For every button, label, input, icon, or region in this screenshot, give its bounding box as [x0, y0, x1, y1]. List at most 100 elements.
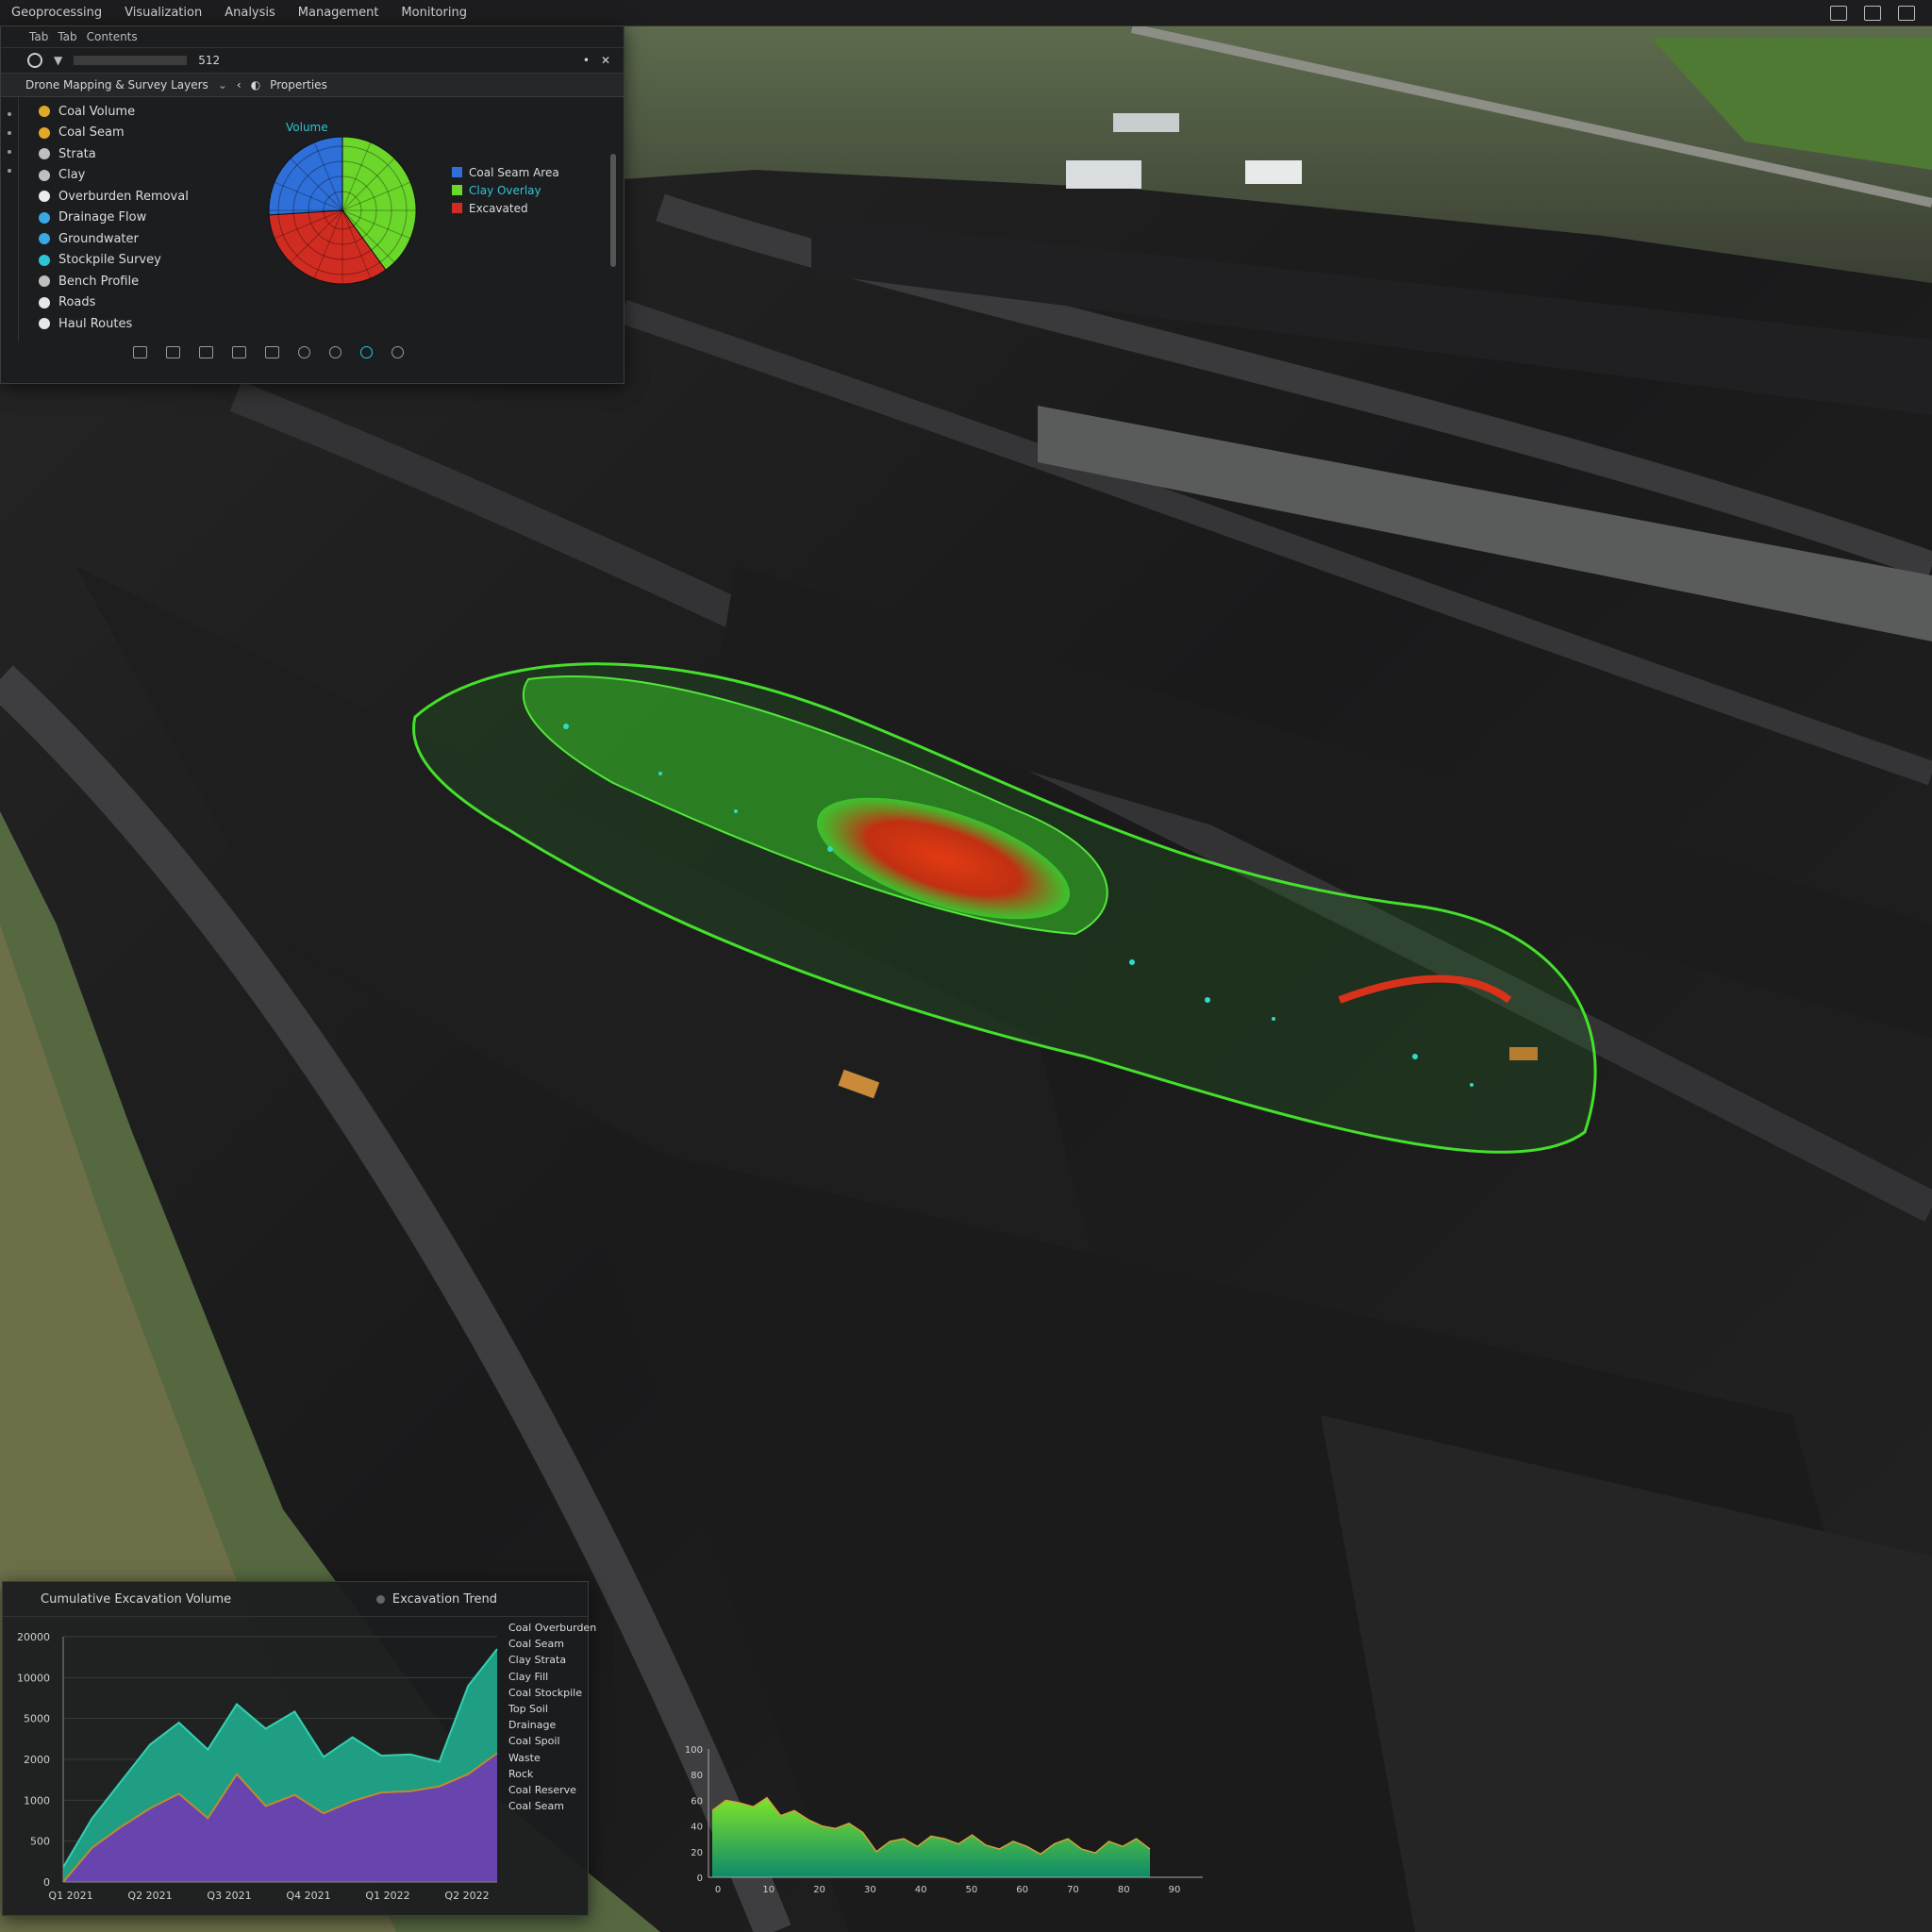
layer-item[interactable]: Clay: [39, 165, 227, 187]
layer-item[interactable]: Haul Routes: [39, 313, 227, 335]
layer-label: Coal Volume: [58, 104, 136, 119]
legend-swatch: [452, 185, 462, 195]
legend-swatch: [452, 203, 462, 213]
trend-title: Cumulative Excavation Volume: [41, 1591, 232, 1607]
close-icon[interactable]: ✕: [601, 54, 624, 67]
layer-item[interactable]: Roads: [39, 292, 227, 314]
excavation-area-chart: 20000100005000200010005000Q1 2021 Q2 2021…: [17, 1631, 498, 1901]
spark-y-tick: 40: [691, 1823, 703, 1833]
circle-icon[interactable]: [329, 346, 341, 358]
settings-icon[interactable]: [1898, 5, 1915, 21]
x-tick-label: Q1 2022: [365, 1890, 409, 1901]
layer-label: Clay: [58, 168, 86, 183]
spark-y-tick: 80: [691, 1771, 703, 1781]
toolbar-value: 512: [198, 54, 221, 67]
trend-title-right[interactable]: Excavation Trend: [375, 1592, 497, 1607]
x-tick-label: Q2 2021: [127, 1890, 172, 1901]
layer-visibility-icon[interactable]: [39, 254, 50, 266]
layer-visibility-icon[interactable]: [39, 106, 50, 118]
trend-legend-item: Clay Fill: [508, 1670, 549, 1683]
menu-geoprocessing[interactable]: Geoprocessing: [0, 6, 113, 20]
search-input[interactable]: [74, 56, 188, 65]
back-icon[interactable]: ‹: [237, 78, 242, 92]
layer-label: Overburden Removal: [58, 189, 189, 204]
spark-x-tick: 20: [813, 1885, 825, 1895]
trend-legend-item: Coal Seam: [508, 1638, 564, 1651]
pin-icon[interactable]: •: [583, 54, 590, 67]
trend-legend-item: Coal Overburden: [508, 1622, 597, 1634]
layer-label: Strata: [58, 146, 96, 161]
y-tick-label: 10000: [17, 1672, 50, 1684]
layer-visibility-icon[interactable]: [39, 318, 50, 330]
chevron-down-icon[interactable]: ⌄: [218, 78, 227, 92]
layer-item[interactable]: Overburden Removal: [39, 186, 227, 208]
table-icon[interactable]: [265, 346, 279, 358]
layers-tabs: Tab Tab Contents: [1, 26, 624, 48]
shield-icon[interactable]: ▼: [54, 54, 62, 67]
layer-item[interactable]: Coal Volume: [39, 101, 227, 123]
x-tick-label: Q2 2022: [444, 1890, 489, 1901]
trend-legend-item: Rock: [508, 1767, 534, 1780]
trend-legend-item: Clay Strata: [508, 1654, 567, 1667]
layer-visibility-icon[interactable]: [39, 169, 50, 181]
layer-label: Haul Routes: [58, 316, 133, 331]
layer-item[interactable]: Drainage Flow: [39, 208, 227, 229]
layer-visibility-icon[interactable]: [39, 211, 50, 224]
spark-area: [712, 1797, 1150, 1877]
layer-visibility-icon[interactable]: [39, 233, 50, 245]
spark-y-tick: 20: [691, 1848, 703, 1858]
tab-2[interactable]: Tab: [58, 30, 76, 43]
tab-contents[interactable]: Contents: [87, 30, 138, 43]
legend-label: Coal Seam Area: [469, 165, 559, 179]
menu-bar: Geoprocessing Visualization Analysis Man…: [0, 0, 1932, 26]
grid-icon[interactable]: [232, 346, 246, 358]
layers-header: Drone Mapping & Survey Layers ⌄ ‹ ◐ Prop…: [1, 74, 624, 97]
layer-item[interactable]: Groundwater: [39, 228, 227, 250]
layer-item[interactable]: Bench Profile: [39, 271, 227, 292]
refresh-icon[interactable]: [391, 346, 404, 358]
spark-area-chart: 100 80 60 40 20 0 0 10 20 30 40 50 60 70 80 90: [685, 1745, 1203, 1895]
layer-item[interactable]: Strata: [39, 143, 227, 165]
layer-visibility-icon[interactable]: [39, 148, 50, 160]
spark-x-tick: 70: [1067, 1885, 1079, 1895]
layer-label: Coal Seam: [58, 125, 125, 141]
spark-y-tick: 60: [691, 1796, 703, 1807]
layer-item[interactable]: Coal Seam: [39, 123, 227, 144]
layer-visibility-icon[interactable]: [39, 296, 50, 308]
menu-management[interactable]: Management: [287, 6, 391, 20]
zoom-icon[interactable]: [133, 346, 147, 358]
pie-legend: Coal Seam Area Clay Overlay Excavated: [452, 163, 559, 217]
filter-icon[interactable]: ◐: [251, 78, 260, 92]
screenshot-icon[interactable]: [1830, 5, 1847, 21]
layer-visibility-icon[interactable]: [39, 191, 50, 203]
layer-pie-chart: Volume: [268, 121, 417, 285]
ruler-icon[interactable]: [199, 346, 213, 358]
layer-visibility-icon[interactable]: [39, 275, 50, 288]
y-tick-label: 20000: [17, 1631, 50, 1643]
window-controls: [1830, 5, 1932, 21]
tab-1[interactable]: Tab: [29, 30, 48, 43]
spark-x-tick: 50: [966, 1885, 978, 1895]
layer-label: Roads: [58, 295, 96, 310]
layers-icon[interactable]: [166, 346, 180, 358]
layer-label: Groundwater: [58, 231, 139, 246]
excavation-volume-panel: Cumulative Excavation Volume Excavation …: [2, 1581, 596, 1916]
layout-icon[interactable]: [1864, 5, 1881, 21]
pie-slice: [268, 136, 343, 216]
menu-analysis[interactable]: Analysis: [213, 6, 287, 20]
circle-icon[interactable]: [298, 346, 310, 358]
layer-visibility-icon[interactable]: [39, 126, 50, 139]
target-icon[interactable]: [27, 53, 42, 68]
spark-x-tick: 40: [915, 1885, 927, 1895]
record-icon[interactable]: [360, 346, 373, 358]
scrollbar[interactable]: [610, 154, 616, 267]
pie-badge: Volume: [286, 121, 328, 134]
header-properties[interactable]: Properties: [270, 78, 327, 92]
menu-monitoring[interactable]: Monitoring: [390, 6, 478, 20]
x-tick-label: Q3 2021: [207, 1890, 251, 1901]
trend-legend-item: Drainage: [508, 1719, 557, 1732]
layer-label: Bench Profile: [58, 274, 140, 289]
trend-legend-item: Coal Spoil: [508, 1735, 560, 1748]
menu-visualization[interactable]: Visualization: [113, 6, 213, 20]
layer-item[interactable]: Stockpile Survey: [39, 250, 227, 272]
